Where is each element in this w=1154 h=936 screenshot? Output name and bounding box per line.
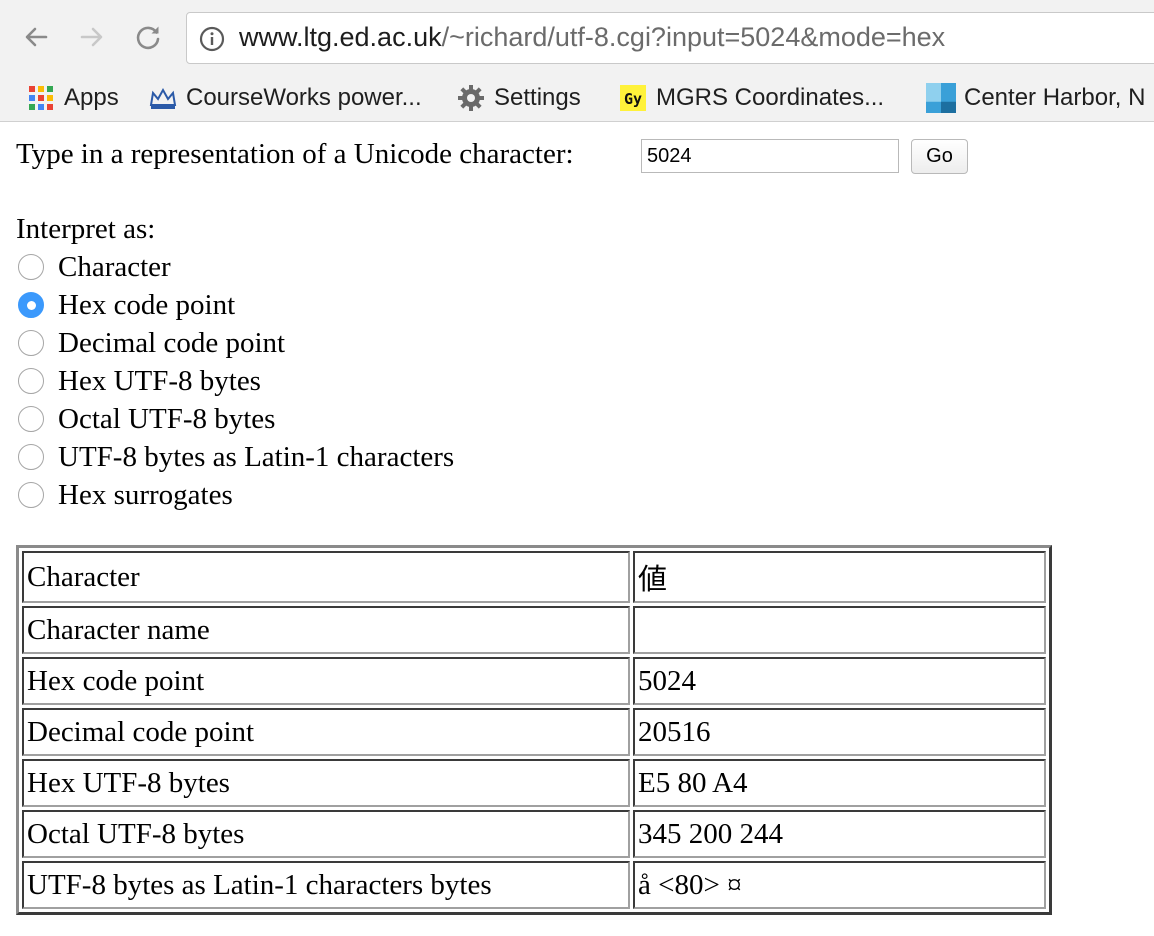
map-tile-icon (926, 83, 956, 113)
bookmark-settings[interactable]: Settings (456, 76, 581, 120)
browser-toolbar: www.ltg.ed.ac.uk/~richard/utf-8.cgi?inpu… (0, 0, 1154, 76)
radio-hex-surrogates[interactable] (18, 482, 44, 508)
row-value: E5 80 A4 (633, 759, 1046, 807)
interpret-options: Character Hex code point Decimal code po… (18, 248, 454, 514)
row-label: Decimal code point (22, 708, 630, 756)
results-table: Character 値 Character name Hex code poin… (16, 545, 1052, 915)
radio-utf8-latin1[interactable] (18, 444, 44, 470)
option-label: Hex UTF-8 bytes (58, 364, 261, 397)
address-bar[interactable]: www.ltg.ed.ac.uk/~richard/utf-8.cgi?inpu… (186, 12, 1154, 64)
row-label: UTF-8 bytes as Latin-1 characters bytes (22, 861, 630, 909)
option-hex-code-point[interactable]: Hex code point (18, 286, 454, 324)
table-row: Hex code point 5024 (22, 657, 1046, 705)
reload-button[interactable] (133, 22, 163, 52)
table-row: Character name (22, 606, 1046, 654)
forward-arrow-icon (80, 27, 103, 47)
bookmark-label: Apps (64, 84, 119, 111)
row-value: 20516 (633, 708, 1046, 756)
gy-logo-icon: Gy (618, 83, 648, 113)
table-row: Hex UTF-8 bytes E5 80 A4 (22, 759, 1046, 807)
row-value: å <80> ¤ (633, 861, 1046, 909)
table-row: Character 値 (22, 551, 1046, 603)
option-hex-utf8-bytes[interactable]: Hex UTF-8 bytes (18, 362, 454, 400)
row-value: 345 200 244 (633, 810, 1046, 858)
row-value: 値 (633, 551, 1046, 603)
bookmarks-bar: Apps CourseWorks power... Settings Gy MG… (0, 76, 1154, 122)
reload-icon (136, 26, 160, 50)
go-button[interactable]: Go (911, 139, 968, 174)
radio-hex-code-point[interactable] (18, 292, 44, 318)
radio-octal-utf8-bytes[interactable] (18, 406, 44, 432)
crown-icon (148, 83, 178, 113)
table-row: Decimal code point 20516 (22, 708, 1046, 756)
table-row: UTF-8 bytes as Latin-1 characters bytes … (22, 861, 1046, 909)
svg-text:Gy: Gy (624, 90, 642, 108)
bookmark-mgrs[interactable]: Gy MGRS Coordinates... (618, 76, 884, 120)
option-label: Hex code point (58, 288, 236, 321)
row-label: Hex code point (22, 657, 630, 705)
character-input[interactable]: 5024 (641, 139, 899, 173)
bookmark-courseworks[interactable]: CourseWorks power... (148, 76, 422, 120)
back-arrow-icon (25, 27, 48, 47)
radio-decimal-code-point[interactable] (18, 330, 44, 356)
row-label: Octal UTF-8 bytes (22, 810, 630, 858)
url-text: www.ltg.ed.ac.uk/~richard/utf-8.cgi?inpu… (239, 13, 946, 63)
gear-icon (456, 83, 486, 113)
back-button[interactable] (21, 22, 51, 52)
row-label: Hex UTF-8 bytes (22, 759, 630, 807)
bookmark-label: MGRS Coordinates... (656, 84, 885, 111)
option-character[interactable]: Character (18, 248, 454, 286)
row-label: Character name (22, 606, 630, 654)
url-path: /~richard/utf-8.cgi?input=5024&mode=hex (441, 22, 946, 52)
option-octal-utf8-bytes[interactable]: Octal UTF-8 bytes (18, 400, 454, 438)
option-label: Hex surrogates (58, 478, 233, 511)
bookmark-label: Settings (494, 84, 581, 111)
option-utf8-latin1[interactable]: UTF-8 bytes as Latin-1 characters (18, 438, 454, 476)
info-icon[interactable] (199, 26, 225, 52)
option-label: Octal UTF-8 bytes (58, 402, 276, 435)
bookmark-label: CourseWorks power... (186, 84, 422, 111)
input-prompt: Type in a representation of a Unicode ch… (16, 138, 574, 170)
row-label: Character (22, 551, 630, 603)
forward-button[interactable] (77, 22, 107, 52)
option-hex-surrogates[interactable]: Hex surrogates (18, 476, 454, 514)
radio-character[interactable] (18, 254, 44, 280)
row-value (633, 606, 1046, 654)
radio-hex-utf8-bytes[interactable] (18, 368, 44, 394)
bookmark-center-harbor[interactable]: Center Harbor, N (926, 76, 1145, 120)
interpret-label: Interpret as: (16, 213, 156, 245)
row-value: 5024 (633, 657, 1046, 705)
option-label: UTF-8 bytes as Latin-1 characters (58, 440, 455, 473)
url-host: www.ltg.ed.ac.uk (239, 22, 442, 52)
bookmark-label: Center Harbor, N (964, 84, 1146, 111)
table-row: Octal UTF-8 bytes 345 200 244 (22, 810, 1046, 858)
apps-grid-icon (26, 83, 56, 113)
option-label: Character (58, 250, 171, 283)
option-decimal-code-point[interactable]: Decimal code point (18, 324, 454, 362)
option-label: Decimal code point (58, 326, 286, 359)
bookmark-apps[interactable]: Apps (26, 76, 119, 120)
